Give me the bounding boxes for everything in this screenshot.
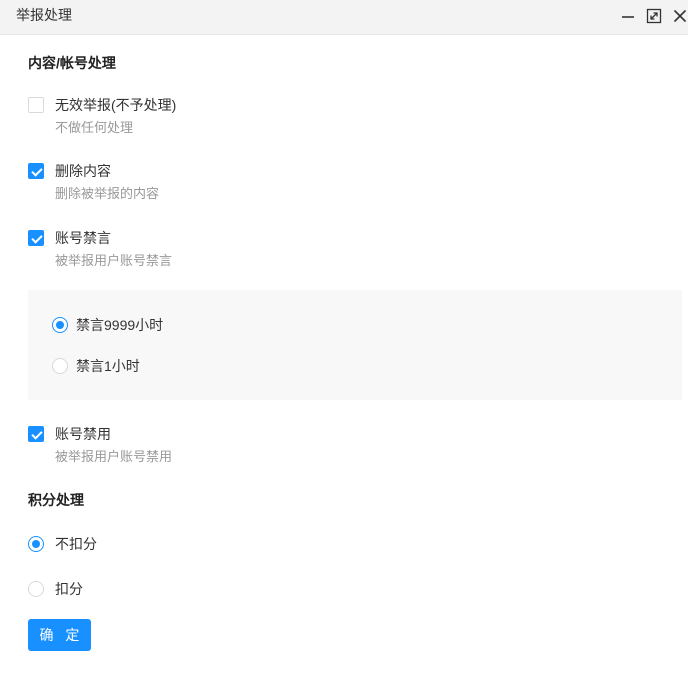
radio-label: 禁言1小时 [76, 358, 140, 374]
mute-9999-hours-radio[interactable] [52, 317, 68, 333]
option-delete-content[interactable]: 删除内容 删除被举报的内容 [28, 163, 648, 207]
option-label: 账号禁用 [55, 426, 111, 442]
deduct-points-radio[interactable] [28, 581, 44, 597]
points-section-title: 积分处理 [28, 492, 84, 508]
radio-label: 不扣分 [55, 536, 97, 552]
title-bar: 举报处理 [0, 0, 688, 35]
confirm-button[interactable]: 确 定 [28, 619, 91, 651]
no-deduction-radio[interactable] [28, 536, 44, 552]
option-mute-account[interactable]: 账号禁言 被举报用户账号禁言 [28, 230, 648, 274]
option-description: 不做任何处理 [55, 120, 134, 135]
option-label: 无效举报(不予处理) [55, 97, 177, 113]
option-label: 删除内容 [55, 163, 111, 179]
minimize-icon[interactable] [620, 8, 636, 24]
dialog-title: 举报处理 [16, 7, 72, 23]
option-description: 被举报用户账号禁用 [55, 449, 173, 464]
radio-label: 扣分 [55, 581, 83, 597]
option-description: 被举报用户账号禁言 [55, 253, 173, 268]
invalid-report-checkbox[interactable] [28, 97, 44, 113]
maximize-icon[interactable] [646, 8, 662, 24]
disable-account-checkbox[interactable] [28, 426, 44, 442]
mute-duration-panel: 禁言9999小时 禁言1小时 [28, 290, 682, 400]
content-section-title: 内容/帐号处理 [28, 55, 116, 71]
radio-label: 禁言9999小时 [76, 317, 164, 333]
option-disable-account[interactable]: 账号禁用 被举报用户账号禁用 [28, 426, 648, 470]
option-label: 账号禁言 [55, 230, 111, 246]
report-dialog: 举报处理 内容/帐号处理 无效举报(不予处理) 不做任何处理 删除内容 删除被举… [0, 0, 688, 686]
mute-account-checkbox[interactable] [28, 230, 44, 246]
option-invalid-report[interactable]: 无效举报(不予处理) 不做任何处理 [28, 97, 648, 141]
mute-1-hour-radio[interactable] [52, 358, 68, 374]
delete-content-checkbox[interactable] [28, 163, 44, 179]
close-icon[interactable] [672, 8, 688, 24]
option-description: 删除被举报的内容 [55, 186, 160, 201]
